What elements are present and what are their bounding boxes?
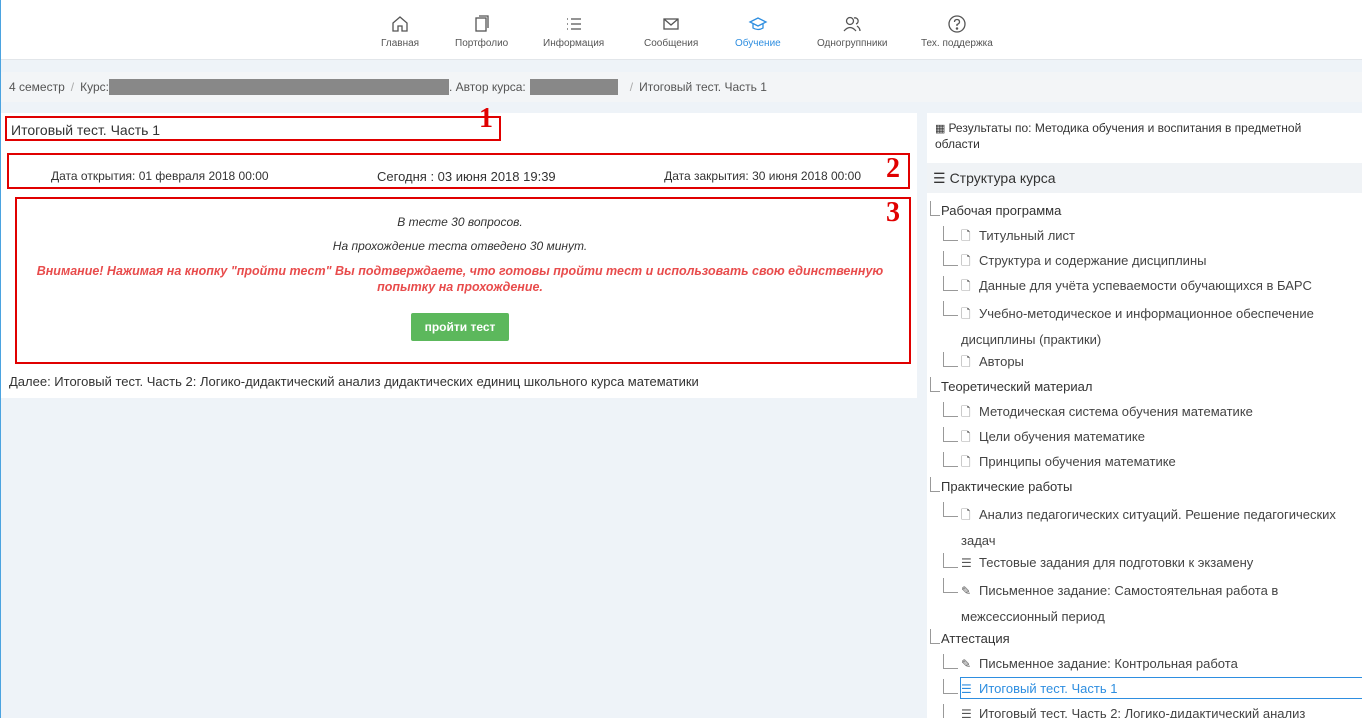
- envelope-icon: [663, 18, 679, 30]
- document-icon: 🗋: [961, 405, 971, 419]
- nav-messages-label: Сообщения: [644, 38, 699, 49]
- nav-support[interactable]: Тех. поддержка: [921, 14, 993, 49]
- tree-item[interactable]: ✎ Письменное задание: Самостоятельная раб…: [927, 578, 1362, 629]
- edit-icon: ✎: [961, 584, 972, 598]
- breadcrumb-author-label: . Автор курса:: [449, 80, 526, 94]
- annotation-number-2: 2: [886, 153, 900, 184]
- nav-groupmates-label: Одногруппники: [817, 38, 888, 49]
- next-test-link[interactable]: Далее: Итоговый тест. Часть 2: Логико-ди…: [9, 374, 699, 389]
- tree-item-label: Тестовые задания для подготовки к экзаме…: [979, 555, 1254, 570]
- breadcrumb-separator: /: [629, 80, 634, 94]
- tree-item[interactable]: 🗋 Учебно-методическое и информационное об…: [927, 301, 1362, 352]
- breadcrumb-course-label: Курс:: [80, 80, 109, 94]
- nav-information[interactable]: Информация: [543, 14, 604, 49]
- tree-item-label: Итоговый тест. Часть 2: Логико-дидактиче…: [979, 706, 1306, 718]
- tree-item-label: Цели обучения математике: [979, 429, 1145, 444]
- document-icon: 🗋: [961, 254, 971, 268]
- tree-item-label: Письменное задание: Самостоятельная рабо…: [961, 583, 1279, 624]
- redacted-author-name: [529, 79, 618, 95]
- tree-item[interactable]: 🗋 Цели обучения математике: [927, 427, 1362, 452]
- tree-item-label: Принципы обучения математике: [979, 454, 1176, 469]
- top-navigation: Главная Портфолио Информация Сообщения О…: [1, 0, 1362, 60]
- list-icon: ☰: [933, 169, 946, 186]
- tree-item-label: Методическая система обучения математике: [979, 404, 1253, 419]
- tree-item[interactable]: 🗋 Методическая система обучения математик…: [927, 402, 1362, 427]
- nav-support-label: Тех. поддержка: [921, 38, 993, 49]
- tree-item[interactable]: 🗋 Анализ педагогических ситуаций. Решение…: [927, 502, 1362, 553]
- annotation-number-3: 3: [886, 197, 900, 228]
- course-sidebar: ▦ Результаты по: Методика обучения и вос…: [927, 113, 1362, 718]
- tree-item[interactable]: ☰ Итоговый тест. Часть 2: Логико-дидактич…: [927, 704, 1362, 718]
- section-work-program[interactable]: Рабочая программа: [927, 201, 1362, 226]
- nav-home-label: Главная: [381, 38, 420, 49]
- tree-item-label: Учебно-методическое и информационное обе…: [961, 306, 1314, 347]
- active-item-highlight: [960, 677, 1362, 699]
- nav-messages[interactable]: Сообщения: [644, 14, 698, 49]
- nav-learning[interactable]: Обучение: [735, 14, 781, 49]
- results-link[interactable]: ▦ Результаты по: Методика обучения и вос…: [935, 121, 1335, 152]
- results-text: Результаты по: Методика обучения и воспи…: [935, 121, 1302, 151]
- tree-item[interactable]: 🗋 Данные для учёта успеваемости обучающих…: [927, 276, 1362, 301]
- list-icon: ☰: [961, 556, 972, 570]
- tree-item-label: Анализ педагогических ситуаций. Решение …: [961, 507, 1336, 548]
- structure-header: ☰ Структура курса: [927, 163, 1362, 193]
- nav-groupmates[interactable]: Одногруппники: [817, 14, 887, 49]
- list-icon: [566, 18, 581, 30]
- annotation-box-2: [7, 153, 910, 189]
- annotation-box-1: [5, 116, 501, 141]
- tree-item-active[interactable]: ☰ Итоговый тест. Часть 1: [927, 677, 1362, 704]
- breadcrumb-semester[interactable]: 4 семестр: [9, 80, 65, 94]
- tree-item-label: Титульный лист: [979, 228, 1076, 243]
- document-icon: 🗋: [961, 430, 971, 444]
- home-icon: [392, 16, 408, 32]
- tree-item[interactable]: ☰ Тестовые задания для подготовки к экзам…: [927, 553, 1362, 578]
- document-icon: 🗋: [961, 279, 971, 293]
- graduation-cap-icon: [748, 17, 768, 31]
- tree-item[interactable]: 🗋 Принципы обучения математике: [927, 452, 1362, 477]
- edit-icon: ✎: [961, 657, 972, 671]
- annotation-number-1: 1: [479, 103, 493, 134]
- document-icon: 🗋: [961, 455, 971, 469]
- users-icon: [843, 16, 861, 32]
- test-panel: Итоговый тест. Часть 1 Дата открытия: 01…: [1, 103, 917, 398]
- calendar-icon: ▦: [935, 123, 949, 135]
- tree-item[interactable]: 🗋 Титульный лист: [927, 226, 1362, 251]
- question-icon: [948, 15, 966, 33]
- section-practical[interactable]: Практические работы: [927, 477, 1362, 502]
- tree-item-label: Данные для учёта успеваемости обучающихс…: [979, 278, 1312, 293]
- tree-item-label: Письменное задание: Контрольная работа: [979, 656, 1238, 671]
- document-icon: 🗋: [961, 307, 971, 321]
- document-icon: 🗋: [961, 508, 971, 522]
- annotation-box-3: [15, 197, 911, 364]
- section-theory[interactable]: Теоретический материал: [927, 377, 1362, 402]
- tree-item[interactable]: 🗋 Структура и содержание дисциплины: [927, 251, 1362, 276]
- tree-item[interactable]: 🗋 Авторы: [927, 352, 1362, 377]
- document-icon: 🗋: [961, 229, 971, 243]
- nav-portfolio-label: Портфолио: [455, 38, 509, 49]
- portfolio-icon: [474, 15, 489, 32]
- nav-learning-label: Обучение: [735, 38, 781, 49]
- section-attestation[interactable]: Аттестация: [927, 629, 1362, 654]
- nav-information-label: Информация: [543, 38, 605, 49]
- breadcrumb: 4 семестр / Курс: . Автор курса: / Итого…: [1, 72, 1362, 102]
- structure-title: Структура курса: [949, 170, 1056, 186]
- nav-portfolio[interactable]: Портфолио: [455, 14, 508, 49]
- redacted-course-name: [109, 79, 449, 95]
- course-structure-tree: Рабочая программа 🗋 Титульный лист 🗋 Струк…: [927, 201, 1362, 718]
- list-icon: ☰: [961, 707, 972, 718]
- tree-item-label: Авторы: [979, 354, 1024, 369]
- breadcrumb-current: Итоговый тест. Часть 1: [639, 80, 767, 94]
- breadcrumb-separator: /: [70, 80, 75, 94]
- tree-item-label: Структура и содержание дисциплины: [979, 253, 1207, 268]
- document-icon: 🗋: [961, 355, 971, 369]
- tree-item[interactable]: ✎ Письменное задание: Контрольная работа: [927, 654, 1362, 679]
- nav-home[interactable]: Главная: [381, 14, 419, 49]
